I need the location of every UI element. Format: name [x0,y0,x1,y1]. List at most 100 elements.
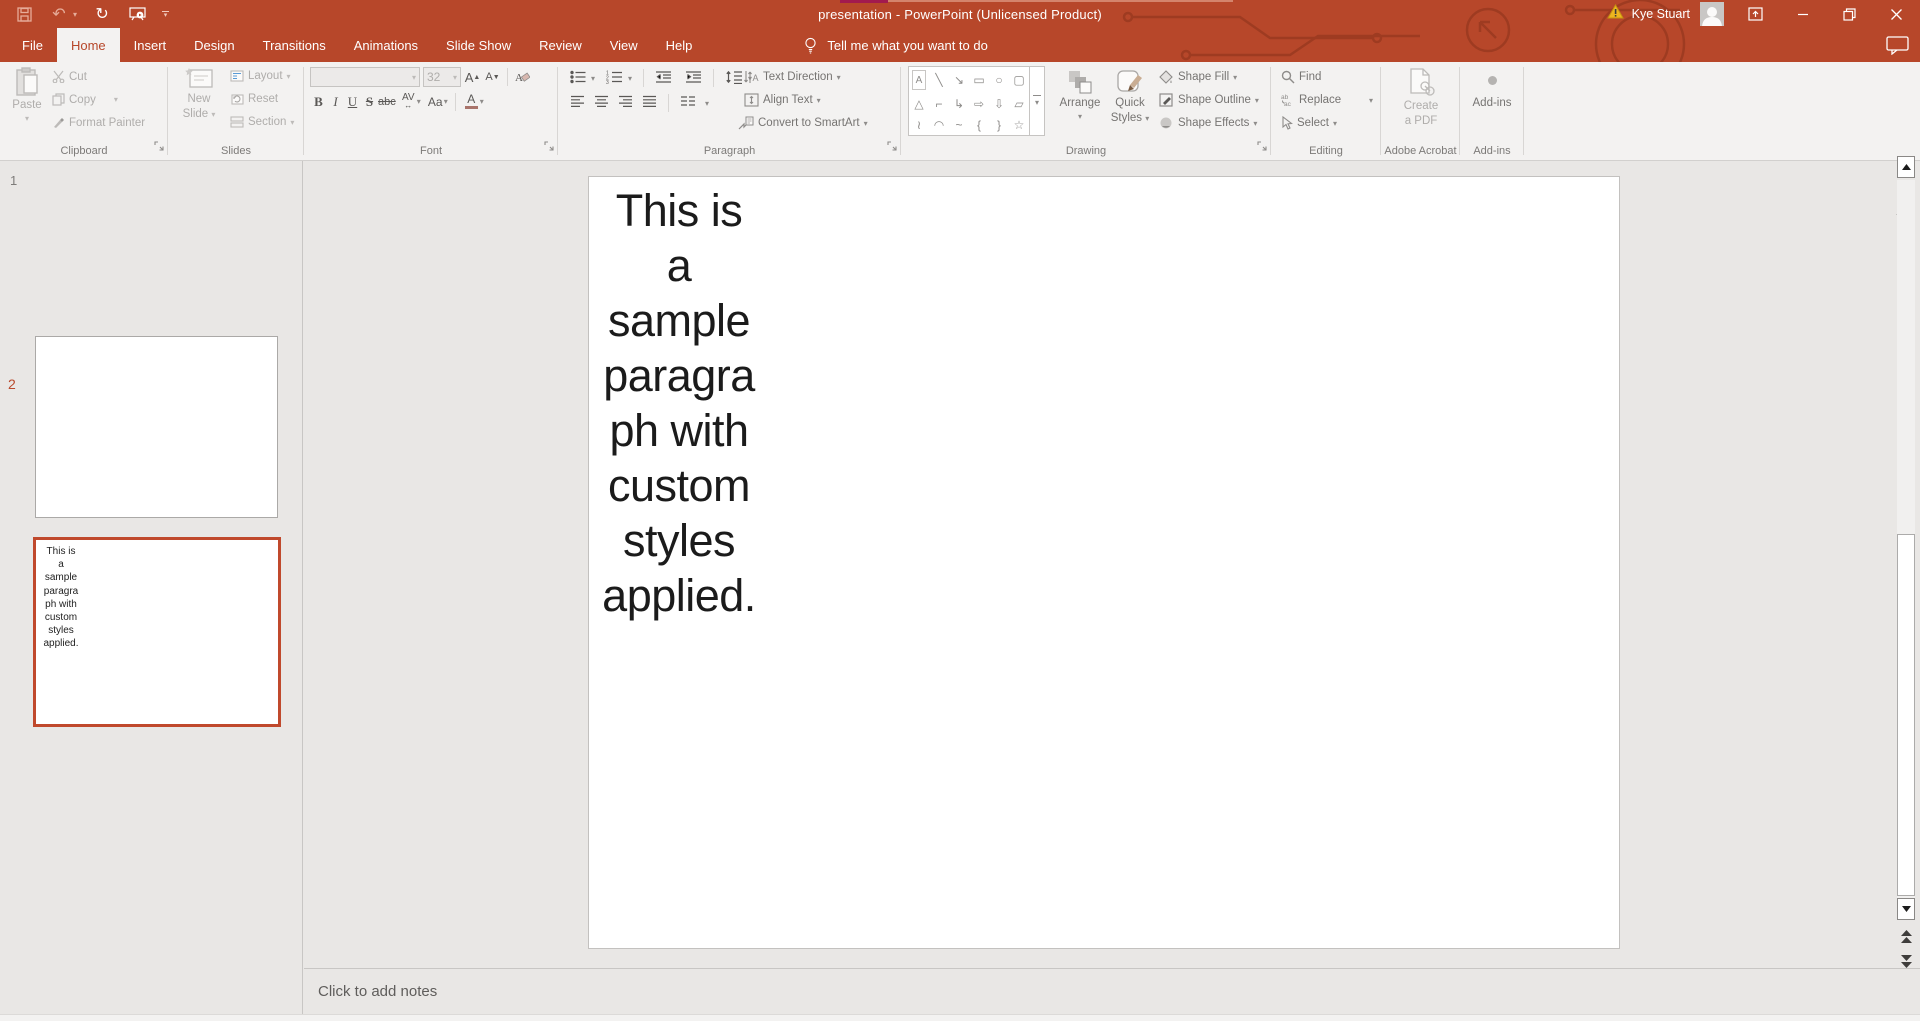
decrease-indent-button[interactable] [655,70,672,87]
align-right-button[interactable] [618,95,633,111]
next-slide-button[interactable] [1899,951,1913,971]
tab-transitions[interactable]: Transitions [249,28,340,62]
shape-text-box[interactable]: A [912,70,926,90]
shape-line-arrow[interactable]: ↘ [949,67,969,93]
tab-home[interactable]: Home [57,28,120,62]
comments-icon[interactable] [1886,36,1910,60]
increase-indent-button[interactable] [685,70,702,87]
shape-fill-button[interactable]: Shape Fill ▾ [1159,70,1237,84]
shape-l-shape[interactable]: ▱ [1009,93,1029,114]
shape-elbow-connector[interactable]: ⌐ [929,93,949,114]
font-color-button[interactable]: A [463,92,480,111]
slide-2-thumbnail-text: This is a sample paragra ph with custom … [40,545,82,651]
shape-line[interactable]: ╲ [929,67,949,93]
change-case-button[interactable]: Aa [427,92,444,111]
shape-curve[interactable]: ~ [949,114,969,135]
replace-button[interactable]: abac Replace ▾ [1281,93,1373,107]
columns-button[interactable] [680,95,696,111]
shape-triangle[interactable]: △ [909,93,929,114]
tell-me-box[interactable]: Tell me what you want to do [804,28,987,62]
shape-outline-button[interactable]: Shape Outline ▾ [1159,93,1259,107]
increase-font-size-button[interactable]: A▲ [464,68,481,87]
bold-button[interactable]: B [310,92,327,111]
arrange-button[interactable]: Arrange ▾ [1056,69,1104,121]
scroll-down-button[interactable] [1897,898,1915,920]
create-pdf-button[interactable]: Create a PDF [1398,68,1444,128]
font-size-combobox[interactable]: 32▾ [423,67,461,87]
shape-right-brace[interactable]: } [989,114,1009,135]
minimize-button[interactable] [1779,0,1826,28]
line-spacing-button[interactable] [725,70,743,87]
align-left-button[interactable] [570,95,585,111]
avatar[interactable] [1700,2,1724,26]
paste-button[interactable]: Paste ▾ [8,67,46,123]
font-name-combobox[interactable]: ▾ [310,67,420,87]
format-painter-button[interactable]: Format Painter [52,116,145,129]
tab-file[interactable]: File [8,28,57,62]
shadow-button[interactable]: S [361,92,378,111]
shape-effects-button[interactable]: Shape Effects ▾ [1159,116,1257,130]
strikethrough-button[interactable]: abc [378,92,396,111]
cut-button[interactable]: Cut [52,70,87,83]
shape-outline-dropdown-icon: ▾ [1255,96,1259,105]
add-ins-button[interactable]: Add-ins [1470,68,1514,110]
font-dialog-launcher-icon[interactable] [544,138,554,156]
italic-button[interactable]: I [327,92,344,111]
drawing-dialog-launcher-icon[interactable] [1257,138,1267,156]
align-center-button[interactable] [594,95,609,111]
restore-button[interactable] [1826,0,1873,28]
shape-rectangle[interactable]: ▭ [969,67,989,93]
notes-placeholder[interactable]: Click to add notes [318,983,437,1000]
underline-button[interactable]: U [344,92,361,111]
clipboard-dialog-launcher-icon[interactable] [154,138,164,156]
find-button[interactable]: Find [1281,70,1321,84]
bullets-button[interactable] [570,70,586,87]
shape-star[interactable]: ☆ [1009,114,1029,135]
numbering-button[interactable]: 123 [606,70,623,87]
tab-animations[interactable]: Animations [340,28,432,62]
shape-scribble[interactable]: ≀ [909,114,929,135]
justify-button[interactable] [642,95,657,111]
character-spacing-button[interactable]: AV ↔ [400,92,417,111]
close-button[interactable] [1873,0,1920,28]
tab-help[interactable]: Help [652,28,707,62]
section-button[interactable]: Section ▾ [230,116,294,128]
copy-button[interactable]: Copy ▾ [52,93,118,106]
shape-rounded-rectangle[interactable]: ▢ [1009,67,1029,93]
slide-text-box[interactable]: This is a sample paragra ph with custom … [595,183,763,623]
quick-styles-button[interactable]: Quick Styles ▾ [1106,69,1154,125]
notes-pane[interactable]: Click to add notes [304,968,1920,1014]
slide-2-thumbnail[interactable]: This is a sample paragra ph with custom … [33,537,281,727]
select-button[interactable]: Select ▾ [1281,116,1337,130]
slide-1-thumbnail[interactable] [35,336,278,518]
ribbon-display-options-icon[interactable] [1732,0,1779,28]
tab-review[interactable]: Review [525,28,596,62]
clear-formatting-button[interactable]: A [514,68,531,87]
reset-button[interactable]: Reset [230,93,278,105]
text-direction-button[interactable]: A Text Direction ▾ [744,70,841,84]
paragraph-dialog-launcher-icon[interactable] [887,138,897,156]
columns-dropdown-icon: ▾ [705,99,709,108]
shape-oval[interactable]: ○ [989,67,1009,93]
new-slide-button[interactable]: New Slide ▾ [178,67,220,121]
shape-down-arrow[interactable]: ⇩ [989,93,1009,114]
scroll-up-button[interactable] [1897,156,1915,178]
shape-arc[interactable]: ◠ [929,114,949,135]
shape-left-brace[interactable]: { [969,114,989,135]
tab-insert[interactable]: Insert [120,28,181,62]
align-text-button[interactable]: Align Text ▾ [744,93,821,107]
convert-to-smartart-button[interactable]: Convert to SmartArt ▾ [738,116,868,130]
shape-right-arrow[interactable]: ⇨ [969,93,989,114]
shape-elbow-arrow-connector[interactable]: ↳ [949,93,969,114]
decrease-font-size-button[interactable]: A▼ [484,68,501,87]
layout-button[interactable]: Layout ▾ [230,70,291,82]
slide-canvas[interactable]: This is a sample paragra ph with custom … [588,176,1620,949]
previous-slide-button[interactable] [1899,926,1913,946]
scrollbar-thumb[interactable] [1897,534,1915,896]
shapes-gallery-more-button[interactable]: ▾ [1030,66,1045,136]
user-name[interactable]: Kye Stuart [1632,7,1690,21]
tab-slide-show[interactable]: Slide Show [432,28,525,62]
tab-design[interactable]: Design [180,28,248,62]
warning-icon[interactable] [1607,4,1624,24]
tab-view[interactable]: View [596,28,652,62]
